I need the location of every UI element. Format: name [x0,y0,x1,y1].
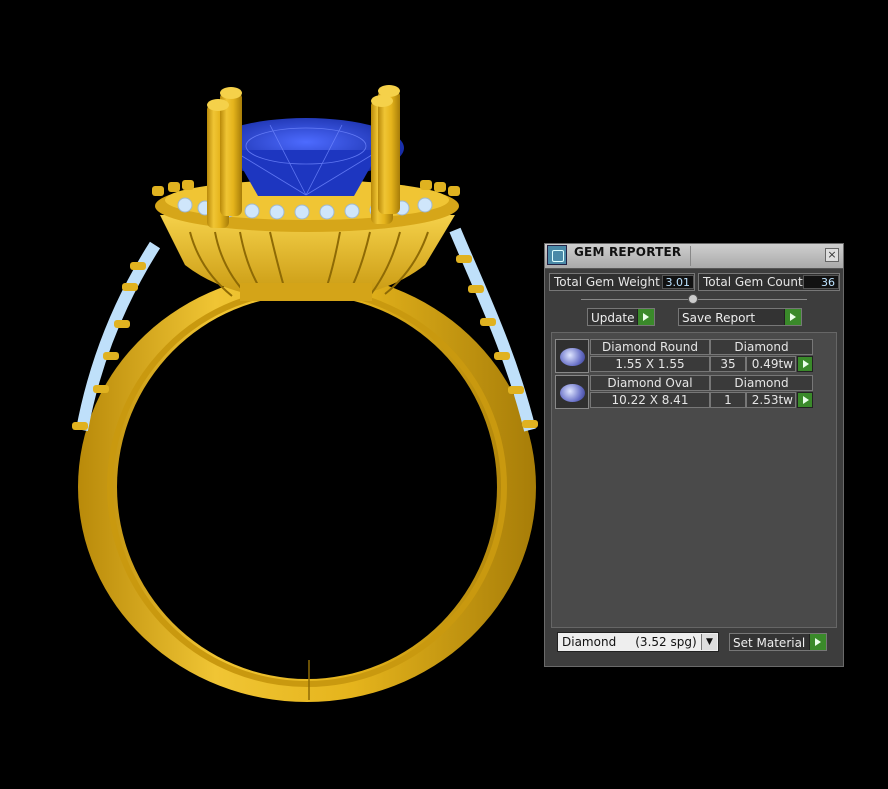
panel-titlebar[interactable]: GEM REPORTER × [545,244,843,269]
titlebar-separator [690,246,691,266]
play-arrow-icon [809,634,826,650]
gem-row-go-button[interactable] [797,356,813,372]
gem-name: Diamond Round [590,339,710,355]
set-material-label: Set Material [733,636,806,650]
play-arrow-icon [784,309,801,325]
gem-row-go-button[interactable] [797,392,813,408]
panel-title: GEM REPORTER [574,245,682,259]
ring-shank [78,272,536,702]
gem-reporter-panel: GEM REPORTER × Total Gem Weight 3.01 Tot… [544,243,844,667]
gem-thumbnail-icon [555,375,589,409]
material-select[interactable]: Diamond (3.52 spg) ▼ [557,632,719,652]
gem-row[interactable]: Diamond Round Diamond 1.55 X 1.55 35 0.4… [555,339,813,373]
update-button[interactable]: Update [587,308,655,326]
gem-size: 1.55 X 1.55 [590,356,710,372]
gem-count: 35 [710,356,746,372]
gem-material: Diamond [710,339,813,355]
gem-weight: 2.53tw [746,392,796,408]
collapse-knob-icon[interactable] [688,294,698,304]
total-gem-count: Total Gem Count 36 [698,273,840,291]
total-gem-count-label: Total Gem Count [703,275,803,289]
set-material-button[interactable]: Set Material [729,633,827,651]
gem-count: 1 [710,392,746,408]
gem-list[interactable]: Diamond Round Diamond 1.55 X 1.55 35 0.4… [551,332,837,628]
total-gem-count-value: 36 [803,275,839,289]
gem-row[interactable]: Diamond Oval Diamond 10.22 X 8.41 1 2.53… [555,375,813,409]
gem-weight: 0.49tw [746,356,796,372]
gem-name: Diamond Oval [590,375,710,391]
save-report-button[interactable]: Save Report [678,308,802,326]
gem-reporter-icon [547,245,567,265]
play-arrow-icon [637,309,654,325]
gem-size: 10.22 X 8.41 [590,392,710,408]
update-button-label: Update [591,311,635,325]
material-select-value: Diamond (3.52 spg) [562,635,697,649]
gem-material: Diamond [710,375,813,391]
total-gem-weight: Total Gem Weight 3.01 [549,273,695,291]
save-report-label: Save Report [682,311,756,325]
gem-thumbnail-icon [555,339,589,373]
chevron-down-icon[interactable]: ▼ [701,634,717,650]
total-gem-weight-value: 3.01 [662,275,694,289]
close-button[interactable]: × [825,248,839,262]
total-gem-weight-label: Total Gem Weight [554,275,660,289]
